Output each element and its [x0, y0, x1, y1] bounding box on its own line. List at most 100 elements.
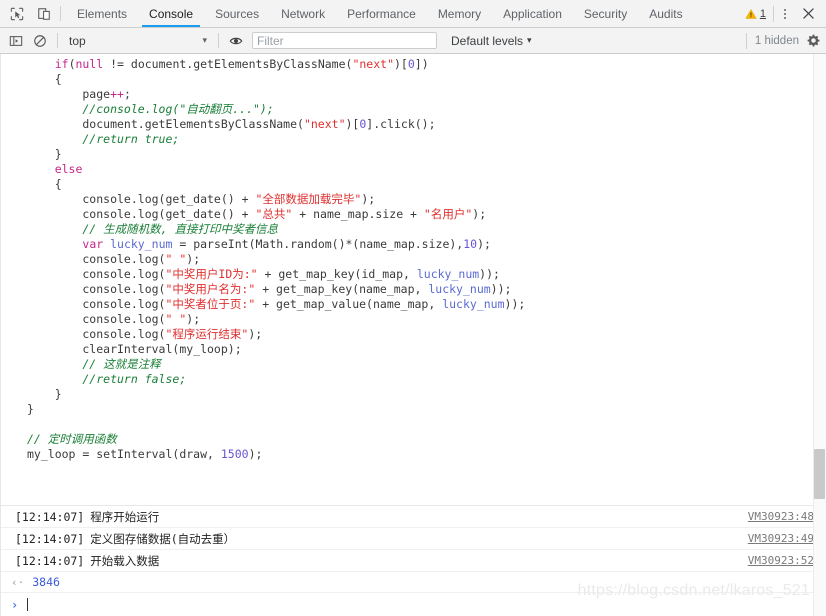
- code-line: //return false;: [27, 372, 826, 387]
- log-source-link[interactable]: VM30923:52: [748, 554, 814, 567]
- console-message-area[interactable]: if(null != document.getElementsByClassNa…: [0, 54, 826, 616]
- code-token: = parseInt(Math.random()*(name_map.size)…: [172, 237, 464, 251]
- live-expression-eye-icon[interactable]: [224, 30, 248, 52]
- tab-label: Audits: [649, 6, 683, 21]
- code-line: my_loop = setInterval(draw, 1500);: [27, 447, 826, 462]
- code-token: }: [27, 387, 62, 401]
- tabbar-right-controls: 1: [745, 0, 826, 27]
- log-source-link[interactable]: VM30923:48: [748, 510, 814, 523]
- code-token: ));: [490, 282, 512, 296]
- clear-console-icon[interactable]: [28, 30, 52, 52]
- log-message: 定义图存储数据(自动去重）: [90, 531, 236, 546]
- code-line: }: [27, 402, 826, 417]
- code-token: (: [68, 57, 76, 71]
- code-line: document.getElementsByClassName("next")[…: [27, 117, 826, 132]
- levels-label: Default levels: [451, 33, 524, 48]
- code-token: lucky_num: [442, 297, 505, 311]
- tab-performance[interactable]: Performance: [336, 0, 427, 27]
- code-token: "中奖用户ID为:": [165, 267, 258, 281]
- echoed-source-snippet: if(null != document.getElementsByClassNa…: [1, 54, 826, 462]
- code-line: else: [27, 162, 826, 177]
- code-line: console.log("中奖用户ID为:" + get_map_key(id_…: [27, 267, 826, 282]
- chevron-down-icon: ▾: [527, 35, 532, 45]
- tab-security[interactable]: Security: [573, 0, 638, 27]
- console-scrollbar[interactable]: [813, 54, 826, 616]
- tab-memory[interactable]: Memory: [427, 0, 492, 27]
- log-message: 程序开始运行: [90, 509, 160, 524]
- context-label: top: [69, 33, 86, 48]
- code-token: ));: [479, 267, 500, 281]
- code-token: console.log(get_date() +: [27, 207, 256, 221]
- toolbar-divider: [57, 33, 58, 48]
- console-sidebar-toggle-icon[interactable]: [4, 30, 28, 52]
- code-token: //return true;: [27, 132, 180, 146]
- tab-elements[interactable]: Elements: [66, 0, 138, 27]
- code-token: ]): [414, 57, 429, 71]
- console-log-row[interactable]: [12:14:07] 开始载入数据 VM30923:52: [1, 549, 826, 571]
- code-token: ].click();: [366, 117, 436, 131]
- log-levels-dropdown[interactable]: Default levels ▾: [451, 34, 532, 48]
- log-timestamp: [12:14:07]: [15, 509, 85, 524]
- text-cursor: [27, 598, 29, 611]
- console-log-list: [12:14:07] 程序开始运行 VM30923:48 [12:14:07] 定义图存…: [1, 505, 826, 616]
- tab-console[interactable]: Console: [138, 0, 204, 27]
- code-token: }: [27, 147, 62, 161]
- console-log-row[interactable]: [12:14:07] 程序开始运行 VM30923:48: [1, 505, 826, 527]
- code-line: var lucky_num = parseInt(Math.random()*(…: [27, 237, 826, 252]
- code-token: }: [27, 402, 34, 416]
- tab-label: Performance: [347, 6, 416, 21]
- console-log-row[interactable]: [12:14:07] 定义图存储数据(自动去重） VM30923:49: [1, 527, 826, 549]
- code-line: {: [27, 177, 826, 192]
- code-line: //return true;: [27, 132, 826, 147]
- code-token: )[: [345, 117, 360, 131]
- gear-icon[interactable]: [807, 34, 820, 47]
- warning-indicator[interactable]: 1: [745, 8, 773, 20]
- tab-sources[interactable]: Sources: [204, 0, 270, 27]
- prompt-arrow-icon: ›: [11, 597, 19, 612]
- kebab-menu-icon[interactable]: [774, 3, 796, 25]
- console-result-row: ‹· 3846: [1, 571, 826, 592]
- code-line: console.log("程序运行结束");: [27, 327, 826, 342]
- device-toolbar-icon[interactable]: [30, 0, 57, 27]
- code-line: console.log(" ");: [27, 312, 826, 327]
- scrollbar-thumb[interactable]: [814, 449, 825, 499]
- toolbar-divider: [218, 33, 219, 48]
- inspect-cursor-icon[interactable]: [3, 0, 30, 27]
- code-token: );: [361, 192, 376, 206]
- code-line: // 定时调用函数: [27, 432, 826, 447]
- code-token: " ": [165, 252, 187, 266]
- warning-triangle-icon: [745, 8, 757, 20]
- code-token: document.getElementsByClassName(: [27, 117, 304, 131]
- execution-context-selector[interactable]: top ▾: [63, 34, 213, 48]
- tab-audits[interactable]: Audits: [638, 0, 693, 27]
- code-token: ;: [123, 87, 131, 101]
- close-icon[interactable]: [796, 2, 820, 26]
- code-line: console.log("中奖用户名为:" + get_map_key(name…: [27, 282, 826, 297]
- filter-input[interactable]: Filter: [252, 32, 437, 49]
- tab-application[interactable]: Application: [492, 0, 573, 27]
- console-prompt-row[interactable]: ›: [1, 592, 826, 616]
- code-token: my_loop = setInterval(draw,: [27, 447, 221, 461]
- code-token: "next": [303, 117, 346, 131]
- code-token: "程序运行结束": [165, 327, 249, 341]
- code-token: //console.log("自动翻页...");: [27, 102, 274, 116]
- code-line: console.log("中奖者位于页:" + get_map_value(na…: [27, 297, 826, 312]
- console-toolbar: top ▾ Filter Default levels ▾ 1 hidden: [0, 28, 826, 54]
- code-token: console.log(: [27, 282, 166, 296]
- code-token: + get_map_value(name_map,: [255, 297, 443, 311]
- tab-label: Network: [281, 6, 326, 21]
- code-token: );: [477, 237, 491, 251]
- code-token: );: [248, 327, 263, 341]
- code-line: }: [27, 147, 826, 162]
- tab-label: Elements: [77, 6, 128, 21]
- log-source-link[interactable]: VM30923:49: [748, 532, 814, 545]
- code-line: }: [27, 387, 826, 402]
- code-token: console.log(: [27, 267, 166, 281]
- code-token: // 这就是注释: [27, 357, 161, 371]
- code-token: " ": [165, 312, 187, 326]
- toolbar-divider: [60, 6, 61, 21]
- code-token: );: [186, 312, 201, 326]
- tab-network[interactable]: Network: [270, 0, 336, 27]
